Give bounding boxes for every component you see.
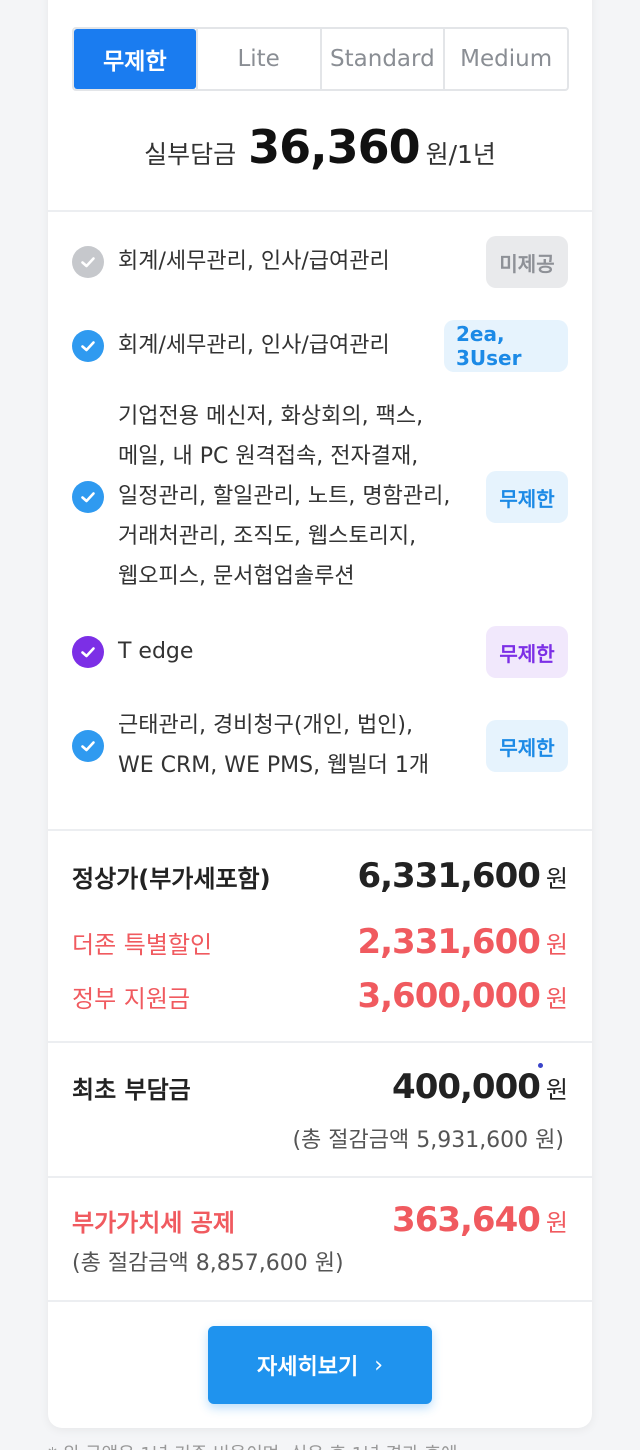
feature-line: WE CRM, WE PMS, 웹빌더 1개	[118, 753, 430, 778]
subsidy-label: 정부 지원금	[72, 985, 191, 1013]
status-badge: 2ea, 3User	[444, 320, 568, 372]
tab-lite[interactable]: Lite	[195, 29, 320, 89]
feature-line: 웹오피스, 문서협업솔루션	[118, 564, 355, 589]
status-badge: 무제한	[486, 626, 568, 678]
chevron-right-icon: ›	[374, 1352, 383, 1378]
feature-line: 거래처관리, 조직도, 웹스토리지,	[118, 524, 417, 549]
list-price-label: 정상가(부가세포함)	[72, 865, 271, 893]
first-savings-note: (총 절감금액 5,931,600 원)	[292, 1128, 564, 1153]
list-price-amount: 6,331,600	[357, 856, 540, 896]
feature-item: 기업전용 메신저, 화상회의, 팩스, 메일, 내 PC 원격접속, 전자결재, 일…	[72, 397, 568, 597]
plan-tabs: 무제한 Lite Standard Medium	[72, 27, 569, 91]
check-icon	[72, 481, 104, 513]
feature-text: 회계/세무관리, 인사/급여관리	[118, 326, 444, 366]
currency-unit: 원	[545, 865, 568, 893]
status-badge: 미제공	[486, 236, 568, 288]
first-payment-amount: 400,000	[392, 1067, 541, 1107]
currency-unit: 원	[545, 985, 568, 1013]
feature-item: T edge 무제한	[72, 626, 568, 678]
vat-amount: 363,640	[392, 1200, 541, 1240]
divider	[48, 210, 592, 212]
status-badge: 무제한	[486, 720, 568, 772]
currency-unit: 원	[545, 931, 568, 959]
feature-text: 근태관리, 경비청구(개인, 법인), WE CRM, WE PMS, 웹빌더 1…	[118, 706, 486, 786]
feature-item: 회계/세무관리, 인사/급여관리 2ea, 3User	[72, 320, 568, 372]
divider	[48, 829, 592, 831]
divider	[48, 1041, 592, 1043]
tab-standard[interactable]: Standard	[319, 29, 444, 89]
vat-row: 부가가치세 공제 363,640 원	[72, 1200, 568, 1240]
tab-unlimited[interactable]: 무제한	[74, 29, 196, 89]
status-badge: 무제한	[486, 471, 568, 523]
feature-line: 회계/세무관리, 인사/급여관리	[118, 333, 390, 358]
vat-label: 부가가치세 공제	[72, 1209, 235, 1237]
currency-unit: 원	[545, 1209, 568, 1237]
discount-row: 더존 특별할인 2,331,600 원	[72, 922, 568, 962]
list-price-row: 정상가(부가세포함) 6,331,600 원	[72, 856, 568, 896]
first-payment-row: 최초 부담금 400,000 원	[72, 1067, 568, 1107]
check-icon	[72, 636, 104, 668]
feature-text: 기업전용 메신저, 화상회의, 팩스, 메일, 내 PC 원격접속, 전자결재, 일…	[118, 397, 486, 597]
vat-savings-note: (총 절감금액 8,857,600 원)	[72, 1251, 344, 1276]
price-value: 36,360	[248, 120, 421, 174]
feature-text: 회계/세무관리, 인사/급여관리	[118, 242, 486, 282]
subsidy-row: 정부 지원금 3,600,000 원	[72, 976, 568, 1016]
feature-item: 근태관리, 경비청구(개인, 법인), WE CRM, WE PMS, 웹빌더 1…	[72, 706, 568, 786]
details-button[interactable]: 자세히보기 ›	[208, 1326, 432, 1404]
feature-line: 근태관리, 경비청구(개인, 법인),	[118, 713, 414, 738]
discount-label: 더존 특별할인	[72, 931, 213, 959]
feature-line: 일정관리, 할일관리, 노트, 명함관리,	[118, 484, 451, 509]
check-icon	[72, 246, 104, 278]
discount-amount: 2,331,600	[357, 922, 540, 962]
price-unit: 원/1년	[425, 140, 496, 169]
tab-medium[interactable]: Medium	[443, 29, 567, 89]
feature-line: T edge	[118, 639, 194, 664]
details-button-label: 자세히보기	[256, 1355, 359, 1380]
feature-line: 회계/세무관리, 인사/급여관리	[118, 249, 390, 274]
divider	[48, 1176, 592, 1178]
price-row: 실부담금 36,360 원/1년	[48, 120, 592, 174]
divider	[48, 1300, 592, 1302]
price-label: 실부담금	[144, 140, 237, 169]
feature-line: 기업전용 메신저, 화상회의, 팩스,	[118, 404, 424, 429]
feature-item: 회계/세무관리, 인사/급여관리 미제공	[72, 236, 568, 288]
feature-text: T edge	[118, 632, 486, 672]
footnote: * 위 금액은 1년 기준 비용이며, 실운 후 1년 경과 후에	[48, 1440, 457, 1450]
check-icon	[72, 330, 104, 362]
subsidy-amount: 3,600,000	[357, 976, 540, 1016]
currency-unit: 원	[545, 1076, 568, 1104]
check-icon	[72, 730, 104, 762]
first-payment-label: 최초 부담금	[72, 1076, 191, 1104]
feature-line: 메일, 내 PC 원격접속, 전자결재,	[118, 444, 419, 469]
